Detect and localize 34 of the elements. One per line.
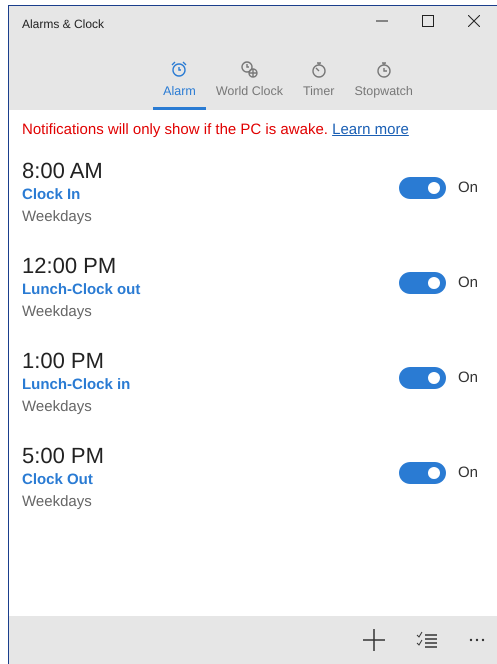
alarm-time: 1:00 PM <box>22 348 105 374</box>
alarm-name: Lunch-Clock out <box>22 280 140 300</box>
alarm-name: Clock In <box>22 184 82 205</box>
close-icon[interactable] <box>468 15 480 27</box>
window-title: Alarms & Clock <box>21 16 104 33</box>
alarm-name: Clock Out <box>22 470 94 490</box>
alarm-repeat: Weekdays <box>22 302 93 322</box>
alarm-name: Lunch-Clock in <box>22 374 130 395</box>
alarm-repeat: Weekdays <box>22 207 93 228</box>
toggle-switch[interactable] <box>398 366 446 388</box>
toggle-label: On <box>458 178 478 198</box>
alarm-repeat: Weekdays <box>22 492 93 512</box>
alarm-time: 5:00 PM <box>22 442 104 469</box>
maximize-icon[interactable] <box>422 15 434 27</box>
stopwatch-icon <box>374 60 393 78</box>
alarm-time: 8:00 AM <box>22 158 103 184</box>
alarm-repeat: Weekdays <box>22 397 93 418</box>
alarm-clock-icon <box>170 60 188 78</box>
toggle-label: On <box>458 368 478 388</box>
toggle-label: On <box>458 272 478 292</box>
toggle-switch[interactable] <box>398 462 446 484</box>
toggle-switch[interactable] <box>398 272 446 294</box>
alarm-time: 12:00 PM <box>22 252 118 279</box>
notice-text: Notifications will only show if the PC is awake. Learn more <box>21 120 410 140</box>
tab[interactable]: Timer <box>292 60 344 110</box>
learn-more-link[interactable]: Learn more <box>332 121 409 138</box>
toggle-switch[interactable] <box>398 176 446 198</box>
timer-icon <box>310 60 328 78</box>
clock-globe-icon <box>240 60 258 78</box>
minimize-icon[interactable] <box>376 20 388 22</box>
tab[interactable]: World Clock <box>206 60 293 110</box>
tab[interactable]: Stopwatch <box>344 60 423 110</box>
toggle-label: On <box>458 462 478 482</box>
tab[interactable]: Alarm <box>153 60 206 110</box>
